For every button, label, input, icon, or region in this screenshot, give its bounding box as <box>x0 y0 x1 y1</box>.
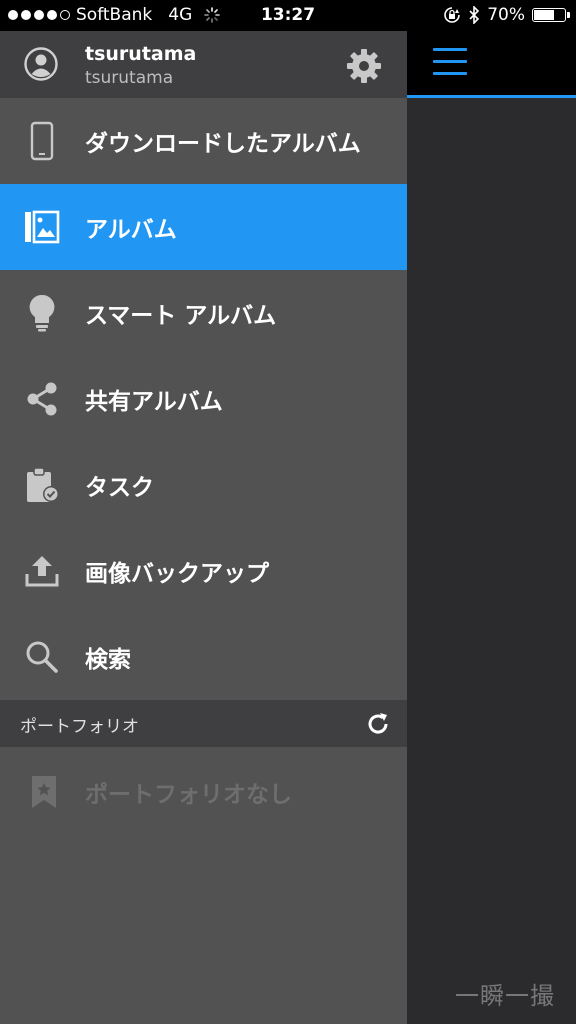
menu-item-label: 画像バックアップ <box>85 561 269 587</box>
battery-icon <box>532 8 570 22</box>
album-icon <box>22 207 62 247</box>
menu-item-label: 検索 <box>85 647 131 673</box>
profile-account: tsurutama <box>85 68 174 88</box>
portfolio-section-header: ポートフォリオ <box>0 700 407 747</box>
refresh-icon[interactable] <box>364 710 392 738</box>
portfolio-empty-item: ポートフォリオなし <box>0 747 407 837</box>
menu-item-shared-albums[interactable]: 共有アルバム <box>0 356 407 442</box>
clipboard-check-icon <box>22 465 62 505</box>
battery-percent: 70% <box>487 5 525 25</box>
search-icon <box>22 637 62 677</box>
menu-item-label: 共有アルバム <box>85 389 223 415</box>
menu-item-label: スマート アルバム <box>85 303 277 329</box>
menu-item-label: タスク <box>85 475 154 501</box>
share-icon <box>22 379 62 419</box>
bluetooth-icon <box>469 6 480 24</box>
status-bar: SoftBank 4G 13:27 70% <box>0 0 576 31</box>
main-toolbar <box>407 31 576 98</box>
profile-header: tsurutama tsurutama <box>0 31 407 98</box>
settings-gear-icon[interactable] <box>345 47 383 85</box>
profile-name: tsurutama <box>85 43 197 65</box>
menu-item-smart-albums[interactable]: スマート アルバム <box>0 270 407 356</box>
menu-item-downloaded-albums[interactable]: ダウンロードしたアルバム <box>0 98 407 184</box>
main-content <box>407 98 576 1024</box>
menu-item-search[interactable]: 検索 <box>0 614 407 700</box>
menu-item-label: ダウンロードしたアルバム <box>85 131 361 157</box>
navigation-drawer: tsurutama tsurutama ダウンロードしたアルバム アルバム スマ… <box>0 31 407 1024</box>
lightbulb-icon <box>22 293 62 333</box>
phone-icon <box>22 121 62 161</box>
watermark-text: 一瞬一撮 <box>455 982 555 1010</box>
upload-icon <box>22 551 62 591</box>
menu-item-tasks[interactable]: タスク <box>0 442 407 528</box>
menu-item-label: アルバム <box>85 217 177 243</box>
hamburger-menu-icon[interactable] <box>433 48 467 78</box>
portfolio-header-label: ポートフォリオ <box>20 717 139 737</box>
menu-item-albums[interactable]: アルバム <box>0 184 407 270</box>
orientation-lock-icon <box>444 7 461 23</box>
avatar-icon[interactable] <box>24 47 58 81</box>
portfolio-empty-label: ポートフォリオなし <box>85 782 292 808</box>
bookmark-star-icon <box>24 772 64 812</box>
status-right: 70% <box>443 5 570 25</box>
menu-item-image-backup[interactable]: 画像バックアップ <box>0 528 407 614</box>
